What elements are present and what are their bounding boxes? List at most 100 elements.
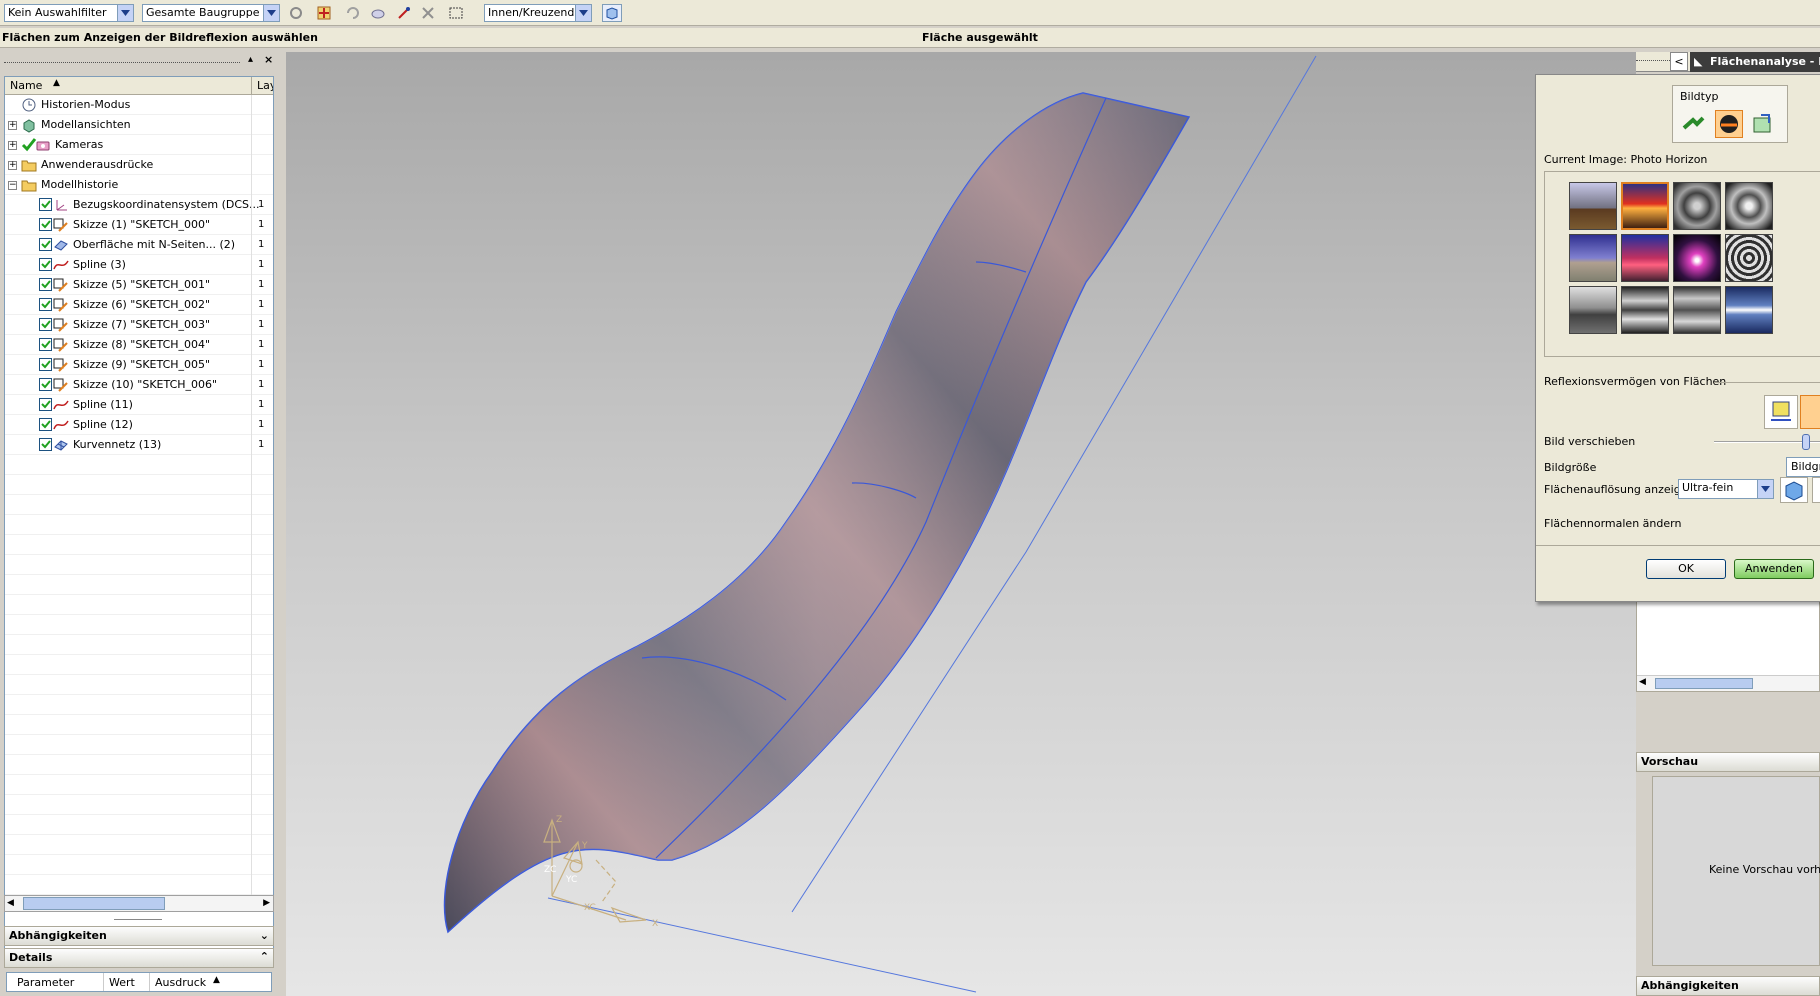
thumb-rings[interactable] xyxy=(1725,234,1773,282)
empty-row xyxy=(5,515,273,535)
tree-node[interactable]: − Modellhistorie xyxy=(5,175,273,195)
view-icon[interactable] xyxy=(368,4,388,22)
prompt-text: Flächen zum Anzeigen der Bildreflexion a… xyxy=(2,31,318,44)
splitter[interactable] xyxy=(114,919,162,920)
visibility-checkbox[interactable] xyxy=(39,298,52,311)
visibility-checkbox[interactable] xyxy=(39,378,52,391)
resolution-dropdown[interactable]: Ultra-fein xyxy=(1678,479,1774,499)
details-col-value[interactable]: Wert xyxy=(109,976,135,989)
preview-section[interactable]: Vorschau xyxy=(1636,752,1820,772)
ok-button[interactable]: OK xyxy=(1646,559,1726,579)
graphics-viewport[interactable]: Z Y X ZC YC XC xyxy=(286,52,1640,996)
x-direction-line xyxy=(547,897,977,993)
dialog-title-bar[interactable]: ◣ Flächenanalyse - R xyxy=(1690,52,1820,72)
visibility-checkbox[interactable] xyxy=(39,358,52,371)
thumb-magenta-glow[interactable] xyxy=(1673,234,1721,282)
horizontal-scrollbar[interactable]: ◀ ▶ xyxy=(4,895,274,912)
column-layer[interactable]: Lay xyxy=(257,79,273,92)
tree-node[interactable]: Skizze (7) "SKETCH_003" 1 xyxy=(5,315,273,335)
pin-icon[interactable]: ▴ xyxy=(248,54,253,65)
reflection-mode-icon[interactable] xyxy=(1800,395,1820,429)
thumb-stripes[interactable] xyxy=(1621,286,1669,334)
selection-mode-dropdown[interactable]: Innen/Kreuzend xyxy=(484,4,592,22)
apply-button[interactable]: Anwenden xyxy=(1734,559,1814,579)
expand-icon[interactable]: + xyxy=(8,121,17,130)
visibility-checkbox[interactable] xyxy=(39,258,52,271)
selection-filter-dropdown[interactable]: Kein Auswahlfilter xyxy=(4,4,134,22)
collapse-icon[interactable]: − xyxy=(8,181,17,190)
scroll-right-icon[interactable]: ▶ xyxy=(263,898,270,908)
move-image-slider[interactable] xyxy=(1714,434,1820,450)
visibility-checkbox[interactable] xyxy=(39,338,52,351)
details-section[interactable]: Details ⌃ xyxy=(4,948,274,968)
tree-node[interactable]: Skizze (1) "SKETCH_000" 1 xyxy=(5,215,273,235)
thumb-studio[interactable] xyxy=(1673,286,1721,334)
scroll-thumb[interactable] xyxy=(1655,678,1753,689)
tree-node[interactable]: + Anwenderausdrücke xyxy=(5,155,273,175)
tree-node[interactable]: Spline (3) 1 xyxy=(5,255,273,275)
tree-node[interactable]: + Modellansichten xyxy=(5,115,273,135)
details-col-expression[interactable]: Ausdruck xyxy=(155,976,206,989)
tree-node[interactable]: Kurvennetz (13) 1 xyxy=(5,435,273,455)
user-image-icon[interactable] xyxy=(1751,112,1775,136)
slider-thumb[interactable] xyxy=(1802,434,1811,450)
chevron-left-icon[interactable]: < xyxy=(1670,52,1688,71)
rectangle-select-icon[interactable] xyxy=(446,4,466,22)
tree-node[interactable]: Skizze (10) "SKETCH_006" 1 xyxy=(5,375,273,395)
tree-node[interactable]: Skizze (9) "SKETCH_005" 1 xyxy=(5,355,273,375)
scope-dropdown[interactable]: Gesamte Baugruppe xyxy=(142,4,280,22)
visibility-checkbox[interactable] xyxy=(39,438,52,451)
chevron-down-icon[interactable]: ⌄ xyxy=(260,927,269,945)
scroll-left-icon[interactable]: ◀ xyxy=(7,898,14,908)
expand-icon[interactable]: + xyxy=(8,141,17,150)
pick-icon[interactable] xyxy=(394,4,414,22)
tree-node[interactable]: Oberfläche mit N-Seiten... (2) 1 xyxy=(5,235,273,255)
expand-icon[interactable]: + xyxy=(8,161,17,170)
tree-node[interactable]: Skizze (5) "SKETCH_001" 1 xyxy=(5,275,273,295)
empty-row xyxy=(5,475,273,495)
chevron-up-icon[interactable]: ⌃ xyxy=(260,948,269,966)
tree-node[interactable]: Bezugskoordinatensystem (DCS... 1 xyxy=(5,195,273,215)
tree-node[interactable]: Spline (12) 1 xyxy=(5,415,273,435)
selection-priority-icon[interactable] xyxy=(602,4,622,22)
resolution-extra-icon[interactable] xyxy=(1812,477,1820,503)
right-dependencies-section[interactable]: Abhängigkeiten xyxy=(1636,976,1820,996)
reflection-image-icon[interactable] xyxy=(1764,395,1798,429)
resolution-settings-icon[interactable] xyxy=(1780,477,1808,503)
thumb-blue-stripe[interactable] xyxy=(1725,286,1773,334)
visibility-checkbox[interactable] xyxy=(39,198,52,211)
undo-icon[interactable] xyxy=(342,4,362,22)
dependencies-section[interactable]: Abhängigkeiten ⌄ xyxy=(4,926,274,946)
scroll-left-icon[interactable]: ◀ xyxy=(1639,677,1646,687)
snap-point-icon[interactable] xyxy=(286,4,306,22)
tree-node[interactable]: Skizze (6) "SKETCH_002" 1 xyxy=(5,295,273,315)
thumb-spherical-grey[interactable] xyxy=(1725,182,1773,230)
details-col-parameter[interactable]: Parameter xyxy=(17,976,74,989)
image-size-dropdown[interactable]: Bildgrö xyxy=(1786,457,1820,477)
tree-node[interactable]: Historien-Modus xyxy=(5,95,273,115)
thumb-gradient-horizon[interactable] xyxy=(1569,182,1617,230)
thumb-blue-sky[interactable] xyxy=(1569,234,1617,282)
visibility-checkbox[interactable] xyxy=(39,398,52,411)
visibility-checkbox[interactable] xyxy=(39,218,52,231)
visibility-checkbox[interactable] xyxy=(39,238,52,251)
tree-node[interactable]: Spline (11) 1 xyxy=(5,395,273,415)
scene-image-icon[interactable] xyxy=(1715,110,1743,138)
tree-node[interactable]: + Kameras xyxy=(5,135,273,155)
visibility-checkbox[interactable] xyxy=(39,278,52,291)
thumb-spherical-room[interactable] xyxy=(1673,182,1721,230)
thumb-sunset[interactable] xyxy=(1621,182,1669,230)
close-icon[interactable]: × xyxy=(264,53,273,66)
column-name[interactable]: Name xyxy=(10,79,42,92)
thumb-landscape[interactable] xyxy=(1569,286,1617,334)
visibility-checkbox[interactable] xyxy=(39,418,52,431)
line-image-icon[interactable] xyxy=(1681,112,1705,136)
horizontal-scrollbar[interactable]: ◀ xyxy=(1637,675,1819,691)
visibility-checkbox[interactable] xyxy=(39,318,52,331)
scroll-thumb[interactable] xyxy=(23,897,165,910)
model-canvas[interactable]: Z Y X ZC YC XC xyxy=(286,52,1640,996)
point-constructor-icon[interactable] xyxy=(314,4,334,22)
thumb-pink-sky[interactable] xyxy=(1621,234,1669,282)
tree-node[interactable]: Skizze (8) "SKETCH_004" 1 xyxy=(5,335,273,355)
deselect-icon[interactable] xyxy=(418,4,438,22)
